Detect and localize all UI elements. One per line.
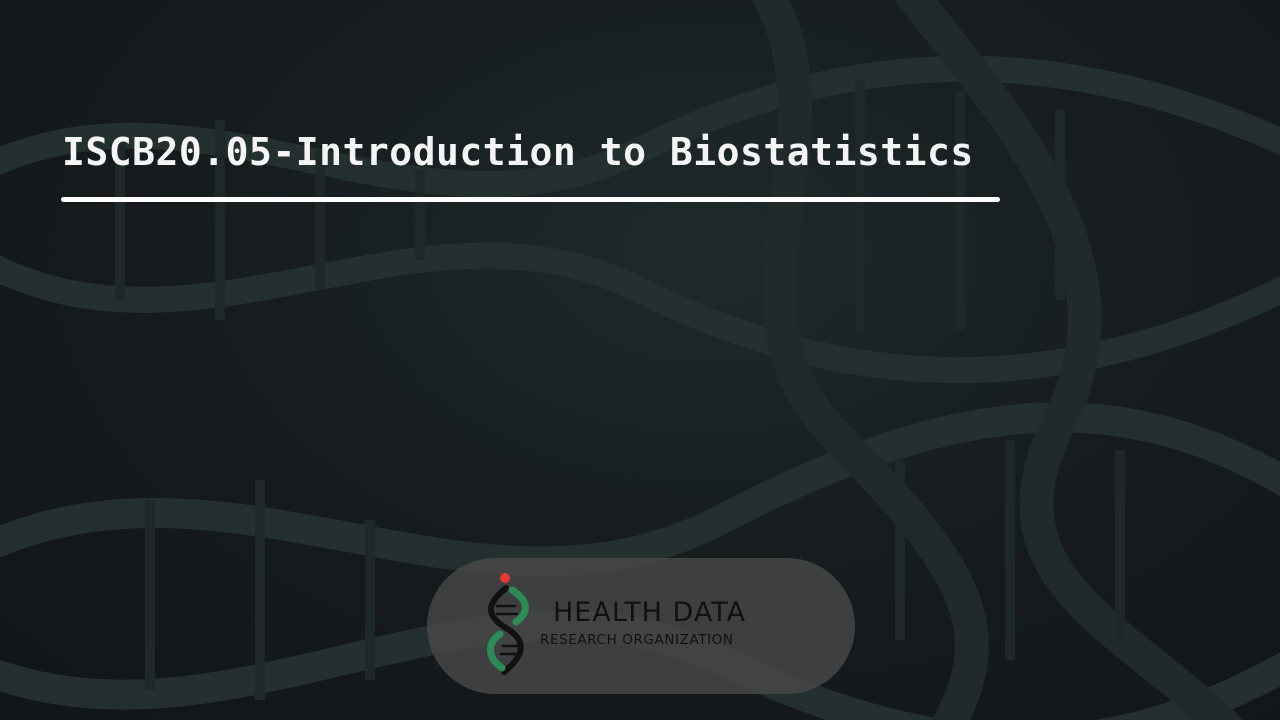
dna-helix-icon [487,573,529,675]
slide-title: ISCB20.05-Introduction to Biostatistics [62,130,974,174]
logo-text-research-organization: RESEARCH ORGANIZATION [540,632,734,648]
slide: ISCB20.05-Introduction to Biostatistics … [0,0,1280,720]
title-underline [61,197,1000,202]
logo-text-health-data: HEALTH DATA [553,597,747,628]
